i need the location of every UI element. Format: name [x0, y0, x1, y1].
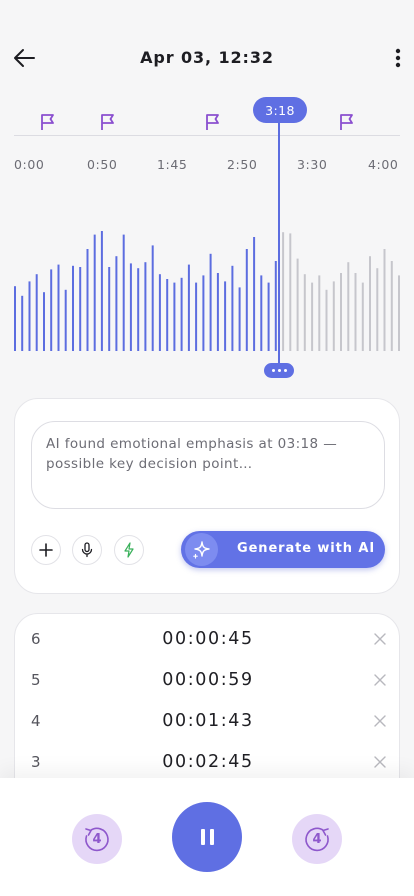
- waveform-bar: [216, 273, 219, 351]
- waveform-bar: [340, 273, 342, 351]
- close-icon: [374, 674, 386, 686]
- waveform-bar: [14, 286, 16, 351]
- waveform-bar: [173, 282, 176, 351]
- waveform-bar: [50, 269, 53, 351]
- waveform-bar: [57, 264, 60, 351]
- waveform-bar: [35, 274, 38, 351]
- list-item[interactable]: 4 00:01:43: [15, 700, 401, 741]
- waveform-bar: [64, 289, 67, 351]
- waveform-bar: [108, 267, 111, 351]
- waveform-bar: [238, 287, 241, 351]
- waveform-bar: [296, 258, 299, 351]
- waveform-bar: [137, 268, 140, 351]
- waveform-bar: [100, 231, 103, 351]
- waveform-bar: [21, 295, 24, 351]
- playhead-time-badge[interactable]: 3:18: [253, 97, 307, 123]
- lap-time: 00:01:43: [162, 711, 254, 731]
- waveform-bar: [260, 275, 263, 351]
- waveform-bar: [202, 275, 205, 351]
- waveform-bar: [311, 282, 314, 351]
- waveform-bar: [151, 245, 154, 351]
- waveform-bar: [332, 281, 335, 351]
- waveform-bar: [93, 234, 96, 351]
- list-item[interactable]: 3 00:02:45: [15, 741, 401, 782]
- page-title: Apr 03, 12:32: [140, 48, 274, 67]
- waveform-bar: [245, 249, 248, 351]
- waveform-bar: [274, 261, 277, 351]
- player-controls: 4 4: [0, 778, 414, 896]
- waveform-bar: [398, 275, 400, 351]
- waveform-bar: [318, 275, 321, 351]
- waveform-bar: [86, 249, 89, 351]
- waveform-bar: [231, 265, 234, 351]
- waveform-bar: [72, 265, 74, 351]
- waveform-bar: [209, 253, 212, 351]
- waveform-bar: [122, 234, 125, 351]
- close-icon: [374, 633, 386, 645]
- waveform-bar: [43, 292, 45, 351]
- waveform-bar: [361, 282, 364, 351]
- waveform-bar: [383, 249, 386, 351]
- remove-lap-button[interactable]: [371, 671, 389, 689]
- waveform-bar: [115, 256, 118, 351]
- lightning-icon: [124, 542, 134, 558]
- pause-button[interactable]: [172, 802, 242, 872]
- waveform: [14, 231, 400, 351]
- waveform-bar: [224, 281, 227, 351]
- skip-forward-button[interactable]: 4: [292, 814, 342, 864]
- waveform-bar: [376, 268, 379, 351]
- waveform-bar: [253, 237, 256, 351]
- plus-icon: [39, 543, 53, 557]
- ai-insight-card: AI found emotional emphasis at 03:18 — p…: [14, 398, 400, 594]
- more-vertical-icon: [395, 48, 401, 68]
- close-icon: [374, 756, 386, 768]
- playhead-drag-handle[interactable]: [264, 363, 294, 378]
- waveform-bar: [267, 282, 270, 351]
- list-item[interactable]: 5 00:00:59: [15, 659, 401, 700]
- waveform-bar: [289, 233, 292, 351]
- waveform-bar: [303, 274, 306, 351]
- list-item[interactable]: 6 00:00:45: [15, 618, 401, 659]
- quick-action-button[interactable]: [114, 535, 144, 565]
- remove-lap-button[interactable]: [371, 630, 389, 648]
- waveform-bar: [390, 261, 393, 351]
- ai-message-field[interactable]: AI found emotional emphasis at 03:18 — p…: [31, 421, 385, 509]
- waveform-bar: [144, 262, 147, 351]
- waveform-bar: [187, 264, 190, 351]
- skip-forward-seconds: 4: [312, 831, 322, 847]
- more-options-button[interactable]: [386, 42, 410, 74]
- remove-lap-button[interactable]: [371, 753, 389, 771]
- waveform-bar: [28, 281, 31, 351]
- lap-time: 00:00:59: [162, 670, 254, 690]
- waveform-bar: [369, 256, 371, 351]
- waveform-timeline[interactable]: 0:00 0:50 1:45 2:50 3:30 4:00 3:18: [0, 95, 414, 385]
- skip-back-button[interactable]: 4: [72, 814, 122, 864]
- header: Apr 03, 12:32: [0, 34, 414, 82]
- waveform-bar: [79, 267, 82, 351]
- microphone-icon: [81, 542, 93, 558]
- waveform-bar: [325, 289, 328, 351]
- waveform-bar: [158, 274, 161, 351]
- waveform-bar: [282, 232, 285, 351]
- lap-time: 00:00:45: [162, 629, 254, 649]
- waveform-bar: [129, 263, 132, 351]
- microphone-button[interactable]: [72, 535, 102, 565]
- waveform-bar: [180, 277, 183, 351]
- waveform-bar: [354, 273, 357, 351]
- waveform-bar: [347, 262, 350, 351]
- lap-time: 00:02:45: [162, 752, 254, 772]
- waveform-bar: [166, 279, 169, 351]
- sparkle-icon: [185, 533, 218, 566]
- remove-lap-button[interactable]: [371, 712, 389, 730]
- skip-back-seconds: 4: [92, 831, 102, 847]
- generate-with-ai-button[interactable]: Generate with AI: [181, 531, 385, 568]
- pause-icon: [198, 829, 216, 845]
- generate-button-label: Generate with AI: [237, 541, 376, 556]
- add-button[interactable]: [31, 535, 61, 565]
- waveform-bar: [195, 282, 198, 351]
- close-icon: [374, 715, 386, 727]
- playhead-line: [278, 117, 280, 367]
